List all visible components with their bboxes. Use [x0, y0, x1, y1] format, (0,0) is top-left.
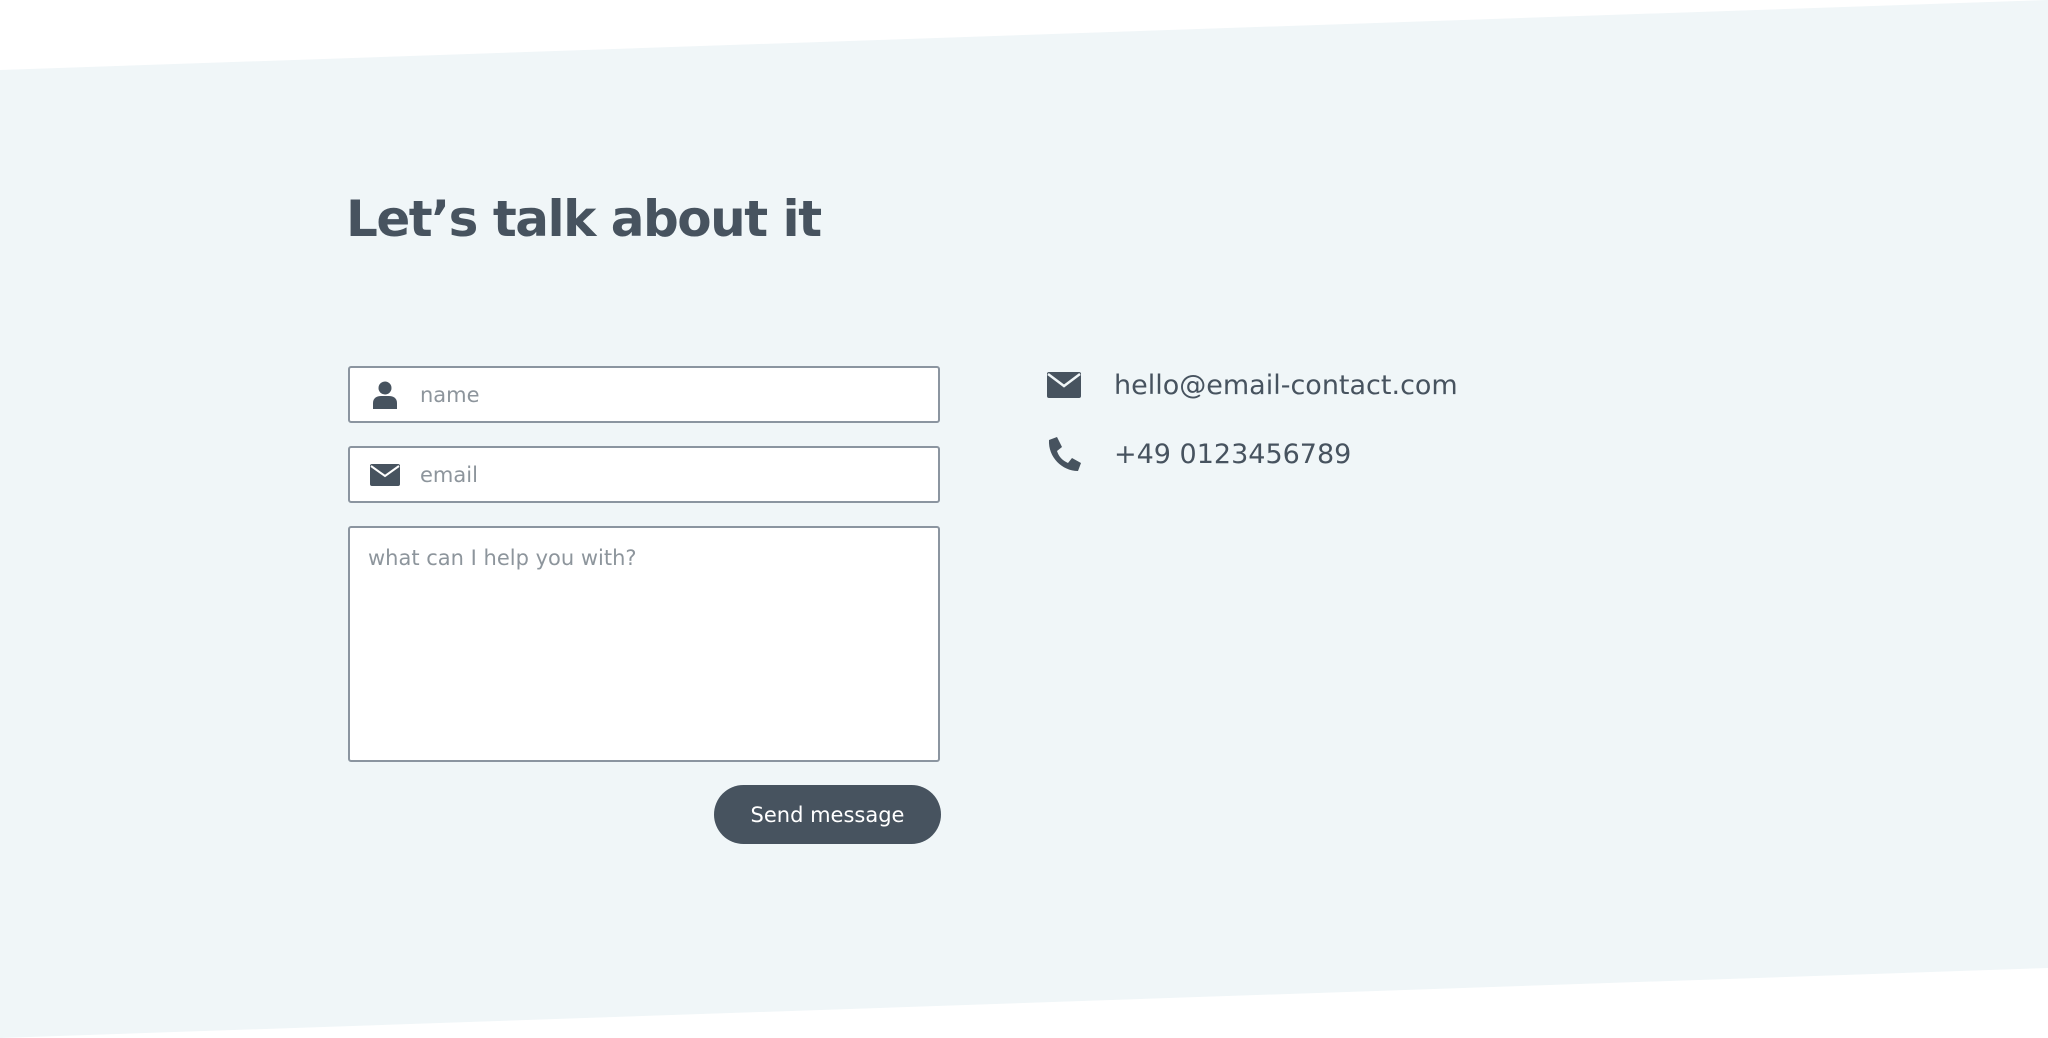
email-placeholder: email [420, 462, 478, 487]
send-message-button[interactable]: Send message [714, 785, 941, 844]
contact-phone: +49 0123456789 [1046, 434, 1351, 474]
user-icon [370, 380, 400, 410]
section-background [0, 0, 2048, 1038]
page-title: Let’s talk about it [346, 190, 822, 248]
contact-email: hello@email-contact.com [1046, 365, 1458, 405]
name-placeholder: name [420, 382, 480, 407]
contact-phone-text[interactable]: +49 0123456789 [1114, 439, 1351, 470]
contact-email-text[interactable]: hello@email-contact.com [1114, 370, 1458, 401]
contact-section: Let’s talk about it name email what can … [0, 0, 2048, 1038]
message-textarea[interactable]: what can I help you with? [348, 526, 940, 762]
phone-icon [1046, 436, 1082, 472]
email-field[interactable]: email [348, 446, 940, 503]
message-placeholder: what can I help you with? [368, 546, 637, 570]
envelope-icon [1046, 367, 1082, 403]
envelope-icon [370, 460, 400, 490]
name-field[interactable]: name [348, 366, 940, 423]
